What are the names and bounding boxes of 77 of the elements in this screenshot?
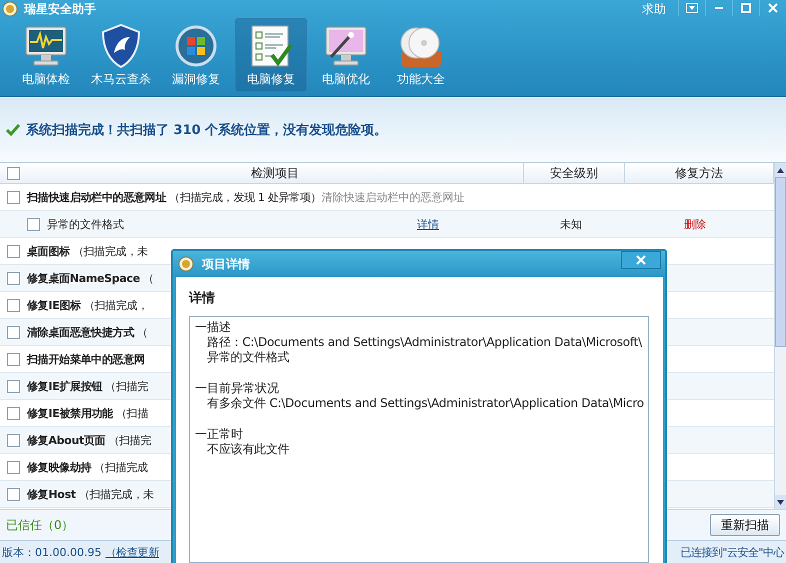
fix-description: 清除快速启动栏中的恶意网址 <box>321 190 464 205</box>
maximize-icon <box>741 3 751 13</box>
check-item-name: 修复About页面 <box>27 432 106 448</box>
scroll-up-icon[interactable] <box>777 168 784 173</box>
app-logo-icon <box>2 1 18 17</box>
check-item-name: 扫描开始菜单中的恶意网 <box>27 352 145 367</box>
check-item-name: 桌面图标 <box>27 244 70 259</box>
scan-status: （扫描 <box>116 406 148 421</box>
check-item-name: 修复IE扩展按钮 <box>27 378 102 394</box>
trusted-count: 已信任（0） <box>6 516 74 534</box>
section-text: 路径：C:\Documents and Settings\Administrator\Application Data\Microsoft\ <box>206 335 643 350</box>
scan-status: （ <box>142 270 154 286</box>
scan-status: （扫描完成， <box>84 298 148 313</box>
check-item-name: 修复IE被禁用功能 <box>27 406 113 421</box>
vertical-scrollbar[interactable] <box>774 163 786 510</box>
check-item-name: 修复IE图标 <box>27 298 81 313</box>
row-checkbox[interactable] <box>7 326 20 339</box>
close-button[interactable] <box>621 251 661 269</box>
scan-status: （扫描完 <box>105 378 148 394</box>
check-item-name: 修复映像劫持 <box>27 460 92 475</box>
toolbar-tab[interactable]: 功能大全 <box>385 18 457 92</box>
scan-status: （扫描完成，发现 1 处异常项） <box>169 190 322 205</box>
connection-status: 已连接到"云安全"中心 <box>680 544 784 560</box>
row-checkbox[interactable] <box>7 244 20 258</box>
dropdown-icon <box>686 3 698 13</box>
section-text: 有多余文件 C:\Documents and Settings\Administrator\Application Data\Micro <box>206 396 645 411</box>
delete-link[interactable]: 删除 <box>619 216 771 232</box>
close-icon <box>636 255 646 265</box>
check-item-name: 清除桌面恶意快捷方式 <box>27 324 134 340</box>
toolbar-tab[interactable]: 漏洞修复 <box>160 18 232 92</box>
column-header: 检测项目 <box>250 164 300 182</box>
rescan-button[interactable]: 重新扫描 <box>710 514 780 536</box>
windows-update-icon <box>173 23 219 69</box>
row-checkbox[interactable] <box>7 272 20 285</box>
row-checkbox[interactable] <box>7 352 20 366</box>
help-link[interactable]: 求助 <box>642 0 666 18</box>
row-checkbox[interactable] <box>27 218 40 231</box>
row-checkbox[interactable] <box>7 406 20 420</box>
toolbar-tab[interactable]: 电脑优化 <box>310 18 382 92</box>
details-heading: 详情 <box>189 290 216 307</box>
safety-level: 未知 <box>559 216 583 232</box>
column-header: 安全级别 <box>524 163 625 184</box>
section-title: 一正常时 <box>195 427 244 442</box>
scroll-down-icon[interactable] <box>777 500 784 505</box>
abnormal-item-name: 异常的文件格式 <box>47 216 124 232</box>
row-checkbox[interactable] <box>7 460 20 474</box>
scan-status: （扫描完 <box>108 432 152 448</box>
scan-status: （扫描完成，未 <box>78 486 154 502</box>
row-checkbox[interactable] <box>7 298 20 312</box>
scan-result-message: 系统扫描完成！共扫描了 310 个系统位置，没有发现危险项。 <box>26 122 388 139</box>
window-title: 瑞星安全助手 <box>24 0 96 18</box>
row-checkbox[interactable] <box>7 190 20 204</box>
scan-status: （ <box>137 324 148 340</box>
close-icon <box>768 3 778 13</box>
select-all-checkbox[interactable] <box>7 166 20 180</box>
version-text: 版本：01.00.00.95 <box>2 544 102 560</box>
minimize-icon <box>715 7 723 9</box>
toolbar-tab[interactable]: 木马云查杀 <box>85 18 157 92</box>
dialog-title: 项目详情 <box>202 256 250 272</box>
toolbar-tab[interactable]: 电脑体检 <box>10 18 82 92</box>
check-item-name: 扫描快速启动栏中的恶意网址 <box>27 190 166 205</box>
row-checkbox[interactable] <box>7 380 20 393</box>
scan-status: （扫描完成 <box>94 460 148 475</box>
section-text: 异常的文件格式 <box>206 350 290 365</box>
check-item-name: 修复桌面NameSpace <box>27 270 140 286</box>
scan-status: （扫描完成，未 <box>72 244 148 259</box>
toolbar-tab[interactable]: 电脑修复 <box>235 18 307 92</box>
check-item-name: 修复Host <box>27 486 76 502</box>
check-icon <box>6 124 20 136</box>
row-checkbox[interactable] <box>7 434 20 447</box>
section-title: 一描述 <box>195 320 232 335</box>
check-update-link[interactable]: （检查更新 <box>105 544 159 560</box>
section-text: 不应该有此文件 <box>206 442 290 457</box>
app-logo-icon <box>178 256 194 272</box>
details-link[interactable]: 详情 <box>378 216 478 232</box>
row-checkbox[interactable] <box>7 488 20 501</box>
section-title: 一目前异常状况 <box>195 381 280 396</box>
